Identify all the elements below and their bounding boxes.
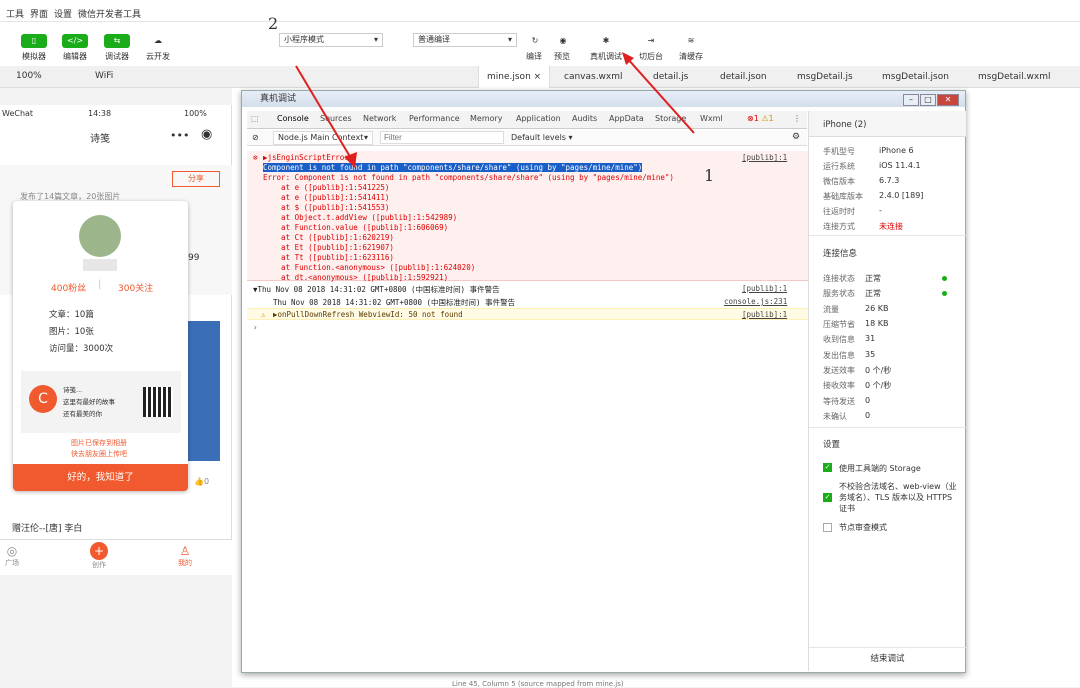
arrow-2 <box>295 65 353 161</box>
arrow-2-head <box>344 152 357 168</box>
annotation-overlay <box>295 52 695 168</box>
annotation-1: 1 <box>704 166 715 185</box>
arrow-1 <box>626 57 695 134</box>
annotation-2: 2 <box>268 14 279 33</box>
